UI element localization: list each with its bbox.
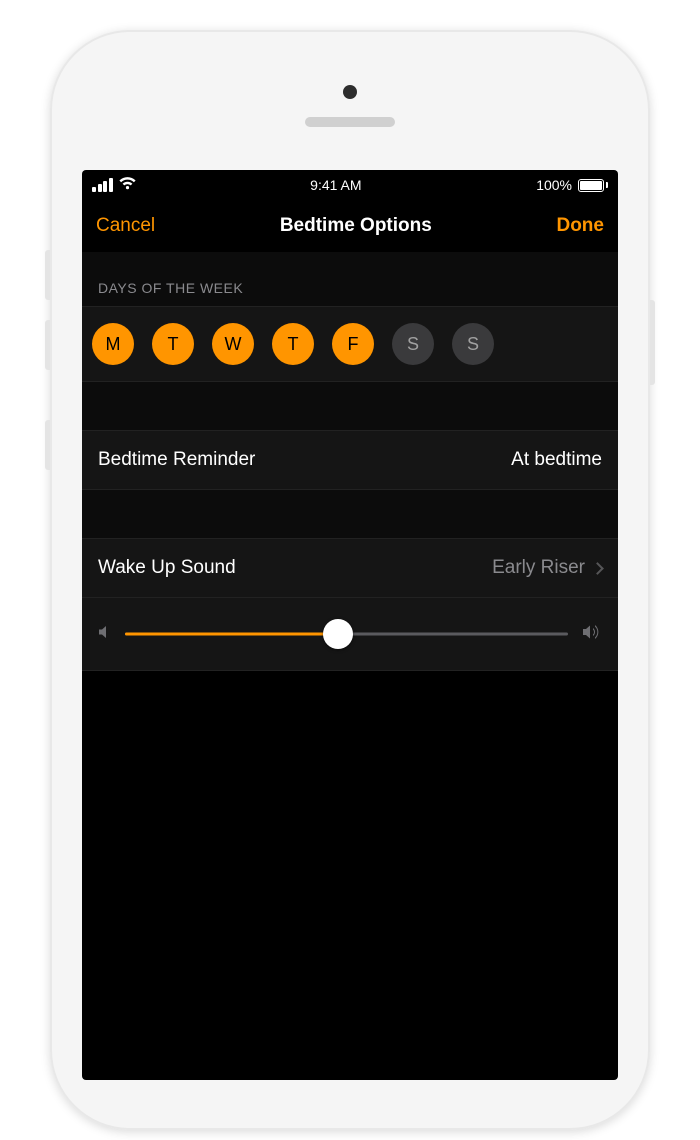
bedtime-reminder-value: At bedtime [511,449,602,471]
volume-row [82,598,618,671]
day-toggle-5[interactable]: S [392,323,434,365]
wake-up-sound-value: Early Riser [492,557,585,579]
cancel-button[interactable]: Cancel [96,215,155,237]
phone-frame: 9:41 AM 100% Cancel Bedtime Options Done… [50,30,650,1130]
day-toggle-6[interactable]: S [452,323,494,365]
day-toggle-3[interactable]: T [272,323,314,365]
battery-icon [578,179,608,192]
done-button[interactable]: Done [556,215,604,237]
front-camera [343,85,357,99]
days-section-header: DAYS OF THE WEEK [82,252,618,306]
wake-up-sound-label: Wake Up Sound [98,557,236,579]
wake-up-sound-row[interactable]: Wake Up Sound Early Riser [82,538,618,598]
day-toggle-0[interactable]: M [92,323,134,365]
page-title: Bedtime Options [280,215,432,237]
screen: 9:41 AM 100% Cancel Bedtime Options Done… [82,170,618,1080]
section-spacer [82,382,618,430]
day-toggle-4[interactable]: F [332,323,374,365]
days-row: MTWTFSS [82,306,618,382]
wifi-icon [119,177,136,193]
nav-bar: Cancel Bedtime Options Done [82,200,618,252]
status-bar: 9:41 AM 100% [82,170,618,200]
volume-low-icon [98,625,111,644]
earpiece-speaker [305,117,395,127]
chevron-right-icon [591,562,604,575]
cellular-signal-icon [92,178,113,192]
bedtime-reminder-label: Bedtime Reminder [98,449,255,471]
battery-percent: 100% [536,177,572,193]
day-toggle-1[interactable]: T [152,323,194,365]
status-time: 9:41 AM [310,177,361,193]
sensor-cluster [305,85,395,127]
volume-slider[interactable] [125,620,568,648]
day-toggle-2[interactable]: W [212,323,254,365]
section-spacer [82,490,618,538]
volume-high-icon [582,624,602,645]
bedtime-reminder-row[interactable]: Bedtime Reminder At bedtime [82,430,618,490]
